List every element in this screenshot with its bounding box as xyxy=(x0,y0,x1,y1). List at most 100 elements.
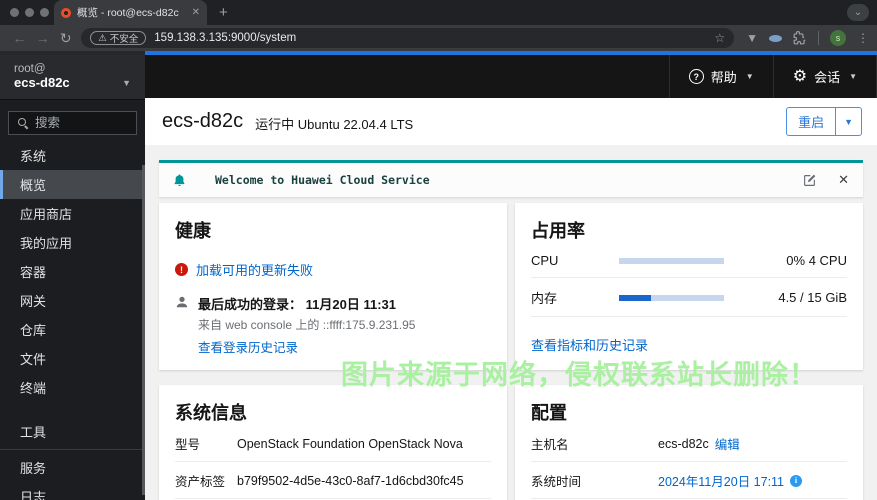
screen: 概览 - root@ecs-d82c ✕ + ⌄ ← → ↻ ⚠ 不安全 159… xyxy=(0,0,877,500)
browser-actions: ▼ s ⋮ xyxy=(746,30,869,46)
extensions-puzzle-icon[interactable] xyxy=(793,31,807,45)
system-info-title: 系统信息 xyxy=(175,403,247,423)
system-info-card: 系统信息 型号 OpenStack Foundation OpenStack N… xyxy=(159,385,507,500)
session-caret-icon: ▼ xyxy=(849,72,857,81)
last-login-label: 最后成功的登录： xyxy=(198,297,303,312)
configuration-card: 配置 主机名 ecs-d82c 编辑 系统时间 2024年11月20日 17:1 xyxy=(515,385,863,500)
warning-icon: ⚠ xyxy=(98,32,107,44)
close-window-button[interactable] xyxy=(10,8,19,17)
sidebar-item-system[interactable]: 系统 xyxy=(0,141,145,170)
session-menu[interactable]: ⚙ 会话 ▼ xyxy=(772,55,877,98)
asset-tag-label: 资产标签 xyxy=(175,475,226,489)
tab-title: 概览 - root@ecs-d82c xyxy=(77,7,179,19)
maximize-window-button[interactable] xyxy=(40,8,49,17)
sidebar-item-app-store[interactable]: 应用商店 xyxy=(0,199,145,228)
system-time-label: 系统时间 xyxy=(531,475,582,489)
overview-content: Welcome to Huawei Cloud Service ✕ 健康 ! 加… xyxy=(145,145,877,500)
configuration-title: 配置 xyxy=(531,403,567,423)
os-version: Ubuntu 22.04.4 LTS xyxy=(297,117,414,132)
motd-text: Welcome to Huawei Cloud Service xyxy=(215,173,430,187)
browser-menu-icon[interactable]: ⋮ xyxy=(857,31,869,45)
reload-icon[interactable]: ↻ xyxy=(54,30,77,47)
reboot-button[interactable]: 重启 xyxy=(787,108,835,135)
host-switcher-caret-icon: ▼ xyxy=(122,77,131,88)
profile-avatar[interactable]: s xyxy=(829,30,846,46)
asset-tag-row: 资产标签 b79f9502-4d5e-43c0-8af7-1d6cbd30fc4… xyxy=(175,462,491,499)
model-label: 型号 xyxy=(175,438,201,452)
motd-banner: Welcome to Huawei Cloud Service ✕ xyxy=(159,160,863,197)
new-tab-button[interactable]: + xyxy=(219,4,228,21)
usage-card: 占用率 CPU 0% 4 CPU 内存 4.5 / 15 GiB 查看指标和历史… xyxy=(515,203,863,370)
host-switcher[interactable]: root@ ecs-d82c ▼ xyxy=(0,55,145,100)
system-time-link[interactable]: 2024年11月20日 17:11 xyxy=(658,471,784,490)
window-controls[interactable] xyxy=(10,8,49,17)
reboot-caret-icon[interactable]: ▼ xyxy=(835,108,861,135)
login-history-link[interactable]: 查看登录历史记录 xyxy=(198,337,298,356)
help-caret-icon: ▼ xyxy=(745,72,754,81)
sidebar-item-overview[interactable]: 概览 xyxy=(0,170,145,199)
system-time-row: 系统时间 2024年11月20日 17:11 i xyxy=(531,462,847,499)
sidebar-item-logs[interactable]: 日志 xyxy=(0,482,145,500)
sidebar-search[interactable] xyxy=(8,111,137,135)
memory-progress-bar xyxy=(619,294,724,301)
sidebar-item-containers[interactable]: 容器 xyxy=(0,257,145,286)
back-icon[interactable]: ← xyxy=(8,30,31,46)
minimize-window-button[interactable] xyxy=(25,8,34,17)
memory-value: 4.5 / 15 GiB xyxy=(778,290,847,305)
bell-icon xyxy=(173,173,186,187)
close-icon[interactable]: ✕ xyxy=(838,172,849,188)
last-login-time: 11月20日 11:31 xyxy=(305,297,396,312)
asset-tag-value: b79f9502-4d5e-43c0-8af7-1d6cbd30fc45 xyxy=(237,473,464,488)
forward-icon[interactable]: → xyxy=(31,30,54,46)
site-favicon-icon xyxy=(61,7,71,18)
sidebar-item-gateway[interactable]: 网关 xyxy=(0,286,145,315)
sidebar-item-files[interactable]: 文件 xyxy=(0,344,145,373)
hostname-value: ecs-d82c xyxy=(658,436,709,451)
login-origin: 来自 web console 上的 ::ffff:175.9.231.95 xyxy=(198,318,416,332)
session-label: 会话 xyxy=(814,70,841,85)
browser-tab[interactable]: 概览 - root@ecs-d82c ✕ xyxy=(54,0,207,25)
hostname-label: 主机名 xyxy=(531,438,569,452)
help-icon: ? xyxy=(688,69,704,84)
sidebar-nav: 系统 概览 应用商店 我的应用 容器 网关 仓库 文件 终端 工具 服务 日志 xyxy=(0,141,145,500)
sidebar-item-my-apps[interactable]: 我的应用 xyxy=(0,228,145,257)
security-chip[interactable]: ⚠ 不安全 xyxy=(90,31,147,45)
sidebar-item-services[interactable]: 服务 xyxy=(0,453,145,482)
bookmark-star-icon[interactable]: ☆ xyxy=(714,31,725,45)
url-text[interactable]: 159.138.3.135:9000/system xyxy=(154,32,714,44)
usage-title: 占用率 xyxy=(531,221,585,241)
model-value: OpenStack Foundation OpenStack Nova xyxy=(237,436,463,451)
error-icon: ! xyxy=(175,263,188,276)
sidebar-section-tools[interactable]: 工具 xyxy=(0,417,145,446)
edit-icon[interactable] xyxy=(803,174,816,187)
help-menu[interactable]: ? 帮助 ▼ xyxy=(668,55,773,98)
edit-hostname-link[interactable]: 编辑 xyxy=(715,434,740,453)
toolbar-separator xyxy=(817,31,819,45)
memory-row: 内存 4.5 / 15 GiB xyxy=(531,278,847,317)
browser-tab-bar: 概览 - root@ecs-d82c ✕ + ⌄ xyxy=(0,0,877,25)
search-icon xyxy=(18,118,28,128)
sidebar-item-repository[interactable]: 仓库 xyxy=(0,315,145,344)
extension-v-icon[interactable]: ▼ xyxy=(746,31,758,45)
user-icon xyxy=(175,295,189,356)
search-input[interactable] xyxy=(35,116,125,130)
security-label: 不安全 xyxy=(109,34,139,45)
cpu-value: 0% 4 CPU xyxy=(786,253,847,268)
address-bar[interactable]: ⚠ 不安全 159.138.3.135:9000/system ☆ xyxy=(81,28,735,48)
tab-close-icon[interactable]: ✕ xyxy=(192,7,200,18)
tab-search-chevron-icon[interactable]: ⌄ xyxy=(847,4,869,21)
updates-failed-link[interactable]: 加载可用的更新失败 xyxy=(196,260,313,279)
metrics-link[interactable]: 查看指标和历史记录 xyxy=(531,335,648,354)
extension-lens-icon[interactable] xyxy=(768,34,782,42)
page-header: ecs-d82c 运行中 Ubuntu 22.04.4 LTS 重启 ▼ xyxy=(145,98,877,145)
cpu-row: CPU 0% 4 CPU xyxy=(531,243,847,278)
reboot-split-button: 重启 ▼ xyxy=(786,107,862,136)
sidebar-item-terminal[interactable]: 终端 xyxy=(0,373,145,402)
sidebar-divider xyxy=(0,449,145,450)
sidebar: root@ ecs-d82c ▼ 系统 概览 应用商店 我的应用 容器 网关 xyxy=(0,55,145,500)
running-state: 运行中 xyxy=(255,117,295,132)
help-label: 帮助 xyxy=(710,70,737,85)
sidebar-account: root@ xyxy=(14,63,46,75)
info-icon[interactable]: i xyxy=(790,474,803,487)
cpu-label: CPU xyxy=(531,253,559,268)
